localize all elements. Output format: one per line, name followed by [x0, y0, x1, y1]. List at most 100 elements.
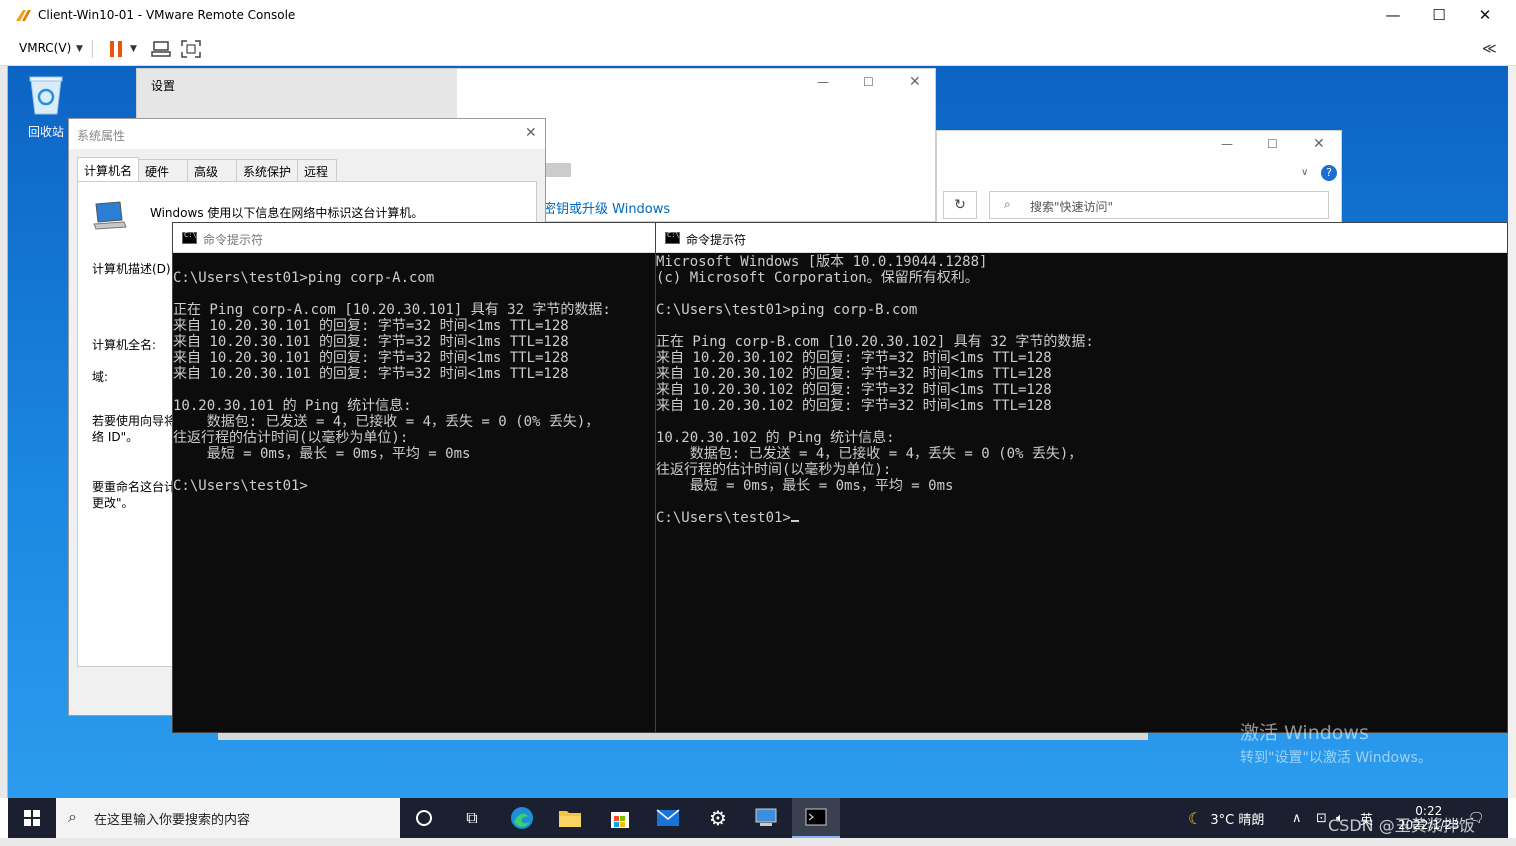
chevron-down-icon[interactable]: ▼ [76, 38, 83, 60]
file-explorer-window: — ☐ ✕ ∨ ? ↻ ⌕ 搜索"快速访问" [936, 130, 1342, 224]
cmd-window-right[interactable]: 命令提示符 Microsoft Windows [版本 10.0.19044.1… [655, 222, 1508, 733]
upgrade-windows-link[interactable]: 密钥或升级 Windows [543, 198, 670, 217]
start-button[interactable] [8, 798, 56, 838]
maximize-button[interactable]: ☐ [1267, 137, 1278, 151]
search-icon: ⌕ [1004, 197, 1011, 211]
console-line: 来自 10.20.30.101 的回复: 字节=32 时间<1ms TTL=12… [173, 334, 569, 350]
pause-icon [110, 41, 122, 57]
console-line: 最短 = 0ms，最长 = 0ms，平均 = 0ms [656, 478, 954, 494]
right-border [1508, 66, 1516, 798]
vmrc-title-bar: Client-Win10-01 - VMware Remote Console … [0, 0, 1516, 32]
mail-icon [656, 809, 680, 826]
console-line: C:\Users\test01>ping corp-A.com [173, 270, 435, 286]
network-icon [151, 41, 171, 57]
taskbar: ⌕ 在这里输入你要搜索的内容 ⧉ ⚙ ☾ 3°C 晴朗 ∧ ⊡ 🔈︎ 英 0:2… [8, 798, 1508, 838]
network-tray[interactable]: ⊡ [1316, 798, 1327, 838]
cmd-taskbar-button[interactable] [792, 798, 840, 838]
console-line: 往返行程的估计时间(以毫秒为单位): [173, 430, 409, 446]
tab-advanced[interactable]: 高级 [187, 159, 238, 181]
chevron-down-icon[interactable]: ∨ [1301, 167, 1308, 178]
console-line: C:\Users\test01>ping corp-B.com [656, 302, 918, 318]
cmd-window-left[interactable]: 命令提示符 C:\Users\test01>ping corp-A.com 正在… [172, 222, 656, 733]
close-button[interactable]: ✕ [525, 125, 537, 141]
description-label: 计算机描述(D): [92, 262, 175, 276]
console-output[interactable]: C:\Users\test01>ping corp-A.com 正在 Ping … [173, 254, 655, 732]
console-output[interactable]: Microsoft Windows [版本 10.0.19044.1288] (c… [656, 254, 1507, 732]
gear-icon: ⚙ [709, 806, 727, 830]
console-line: 来自 10.20.30.102 的回复: 字节=32 时间<1ms TTL=12… [656, 350, 1052, 366]
dialog-title-bar: 系统属性 ✕ [69, 119, 545, 149]
console-line: 10.20.30.102 的 Ping 统计信息: [656, 430, 895, 446]
domain-label: 域: [92, 370, 109, 384]
weather-text: 3°C 晴朗 [1210, 812, 1265, 828]
bottom-border [0, 838, 1516, 846]
console-line: 往返行程的估计时间(以毫秒为单位): [656, 462, 892, 478]
fullscreen-button[interactable] [180, 38, 202, 60]
minimize-button[interactable]: — [817, 75, 829, 89]
tab-hardware[interactable]: 硬件 [138, 159, 189, 181]
mail-button[interactable] [644, 798, 692, 838]
network-icon: ⊡ [1316, 810, 1327, 826]
refresh-icon: ↻ [954, 197, 966, 213]
console-line: 正在 Ping corp-B.com [10.20.30.102] 具有 32 … [656, 334, 1094, 350]
vmrc-toolbar: VMRC(V) ▼ ▼ ≪ [0, 32, 1516, 66]
system-properties-button[interactable] [742, 798, 790, 838]
console-line: (c) Microsoft Corporation。保留所有权利。 [656, 270, 979, 286]
tab-remote[interactable]: 远程 [297, 159, 338, 181]
refresh-button[interactable]: ↻ [943, 191, 977, 219]
recycle-bin-shortcut[interactable]: 回收站 [18, 72, 74, 140]
minimize-button[interactable]: — [1370, 0, 1416, 30]
maximize-button[interactable]: ☐ [1416, 0, 1462, 30]
settings-button[interactable]: ⚙ [694, 798, 742, 838]
window-title: Client-Win10-01 - VMware Remote Console [38, 8, 296, 22]
cortana-button[interactable] [400, 798, 448, 838]
toolbar-divider [92, 40, 93, 58]
console-line: 数据包: 已发送 = 4，已接收 = 4，丢失 = 0 (0% 丢失)， [173, 414, 600, 430]
console-line: 数据包: 已发送 = 4，已接收 = 4，丢失 = 0 (0% 丢失)， [656, 446, 1083, 462]
send-ctrl-alt-del-button[interactable] [150, 38, 172, 60]
console-line: C:\Users\test01> [173, 478, 308, 494]
store-icon [611, 812, 629, 828]
task-view-button[interactable]: ⧉ [448, 798, 496, 838]
search-placeholder: 搜索"快速访问" [1030, 200, 1114, 214]
console-line: Microsoft Windows [版本 10.0.19044.1288] [656, 254, 988, 270]
help-icon[interactable]: ? [1321, 165, 1337, 181]
cmd-title: 命令提示符 [203, 233, 264, 247]
file-explorer-button[interactable] [546, 798, 594, 838]
weather-widget[interactable]: ☾ 3°C 晴朗 [1188, 798, 1264, 838]
close-button[interactable]: ✕ [909, 74, 921, 90]
cmd-title: 命令提示符 [686, 233, 747, 247]
tab-system-protection[interactable]: 系统保护 [236, 159, 299, 181]
chevron-down-icon[interactable]: ▼ [130, 38, 137, 60]
computer-icon [93, 201, 127, 230]
windows-logo-icon [24, 810, 40, 826]
circle-icon [416, 810, 432, 826]
collapse-toolbar-button[interactable]: ≪ [1482, 38, 1497, 60]
tray-overflow-button[interactable]: ∧ [1292, 798, 1302, 838]
tab-strip: 计算机名 硬件 高级 系统保护 远程 [77, 157, 338, 181]
maximize-button[interactable]: ☐ [863, 75, 874, 89]
search-input[interactable]: ⌕ 搜索"快速访问" [989, 191, 1329, 219]
full-name-label: 计算机全名: [92, 338, 157, 352]
moon-icon: ☾ [1188, 808, 1203, 828]
wizard-text-1: 若要使用向导将 [92, 414, 177, 428]
store-button[interactable] [596, 798, 644, 838]
task-view-icon: ⧉ [466, 808, 478, 827]
console-prompt: C:\Users\test01> [656, 510, 791, 526]
taskbar-search[interactable]: ⌕ 在这里输入你要搜索的内容 [56, 798, 400, 838]
tab-computer-name[interactable]: 计算机名 [77, 157, 140, 181]
console-line: 来自 10.20.30.102 的回复: 字节=32 时间<1ms TTL=12… [656, 382, 1052, 398]
edge-button[interactable] [498, 798, 546, 838]
close-button[interactable]: ✕ [1313, 136, 1325, 152]
vmrc-menu[interactable]: VMRC(V) [19, 41, 71, 55]
computer-icon [755, 808, 777, 826]
pause-button[interactable] [108, 38, 124, 60]
minimize-button[interactable]: — [1221, 137, 1233, 151]
close-button[interactable]: ✕ [1462, 0, 1508, 30]
